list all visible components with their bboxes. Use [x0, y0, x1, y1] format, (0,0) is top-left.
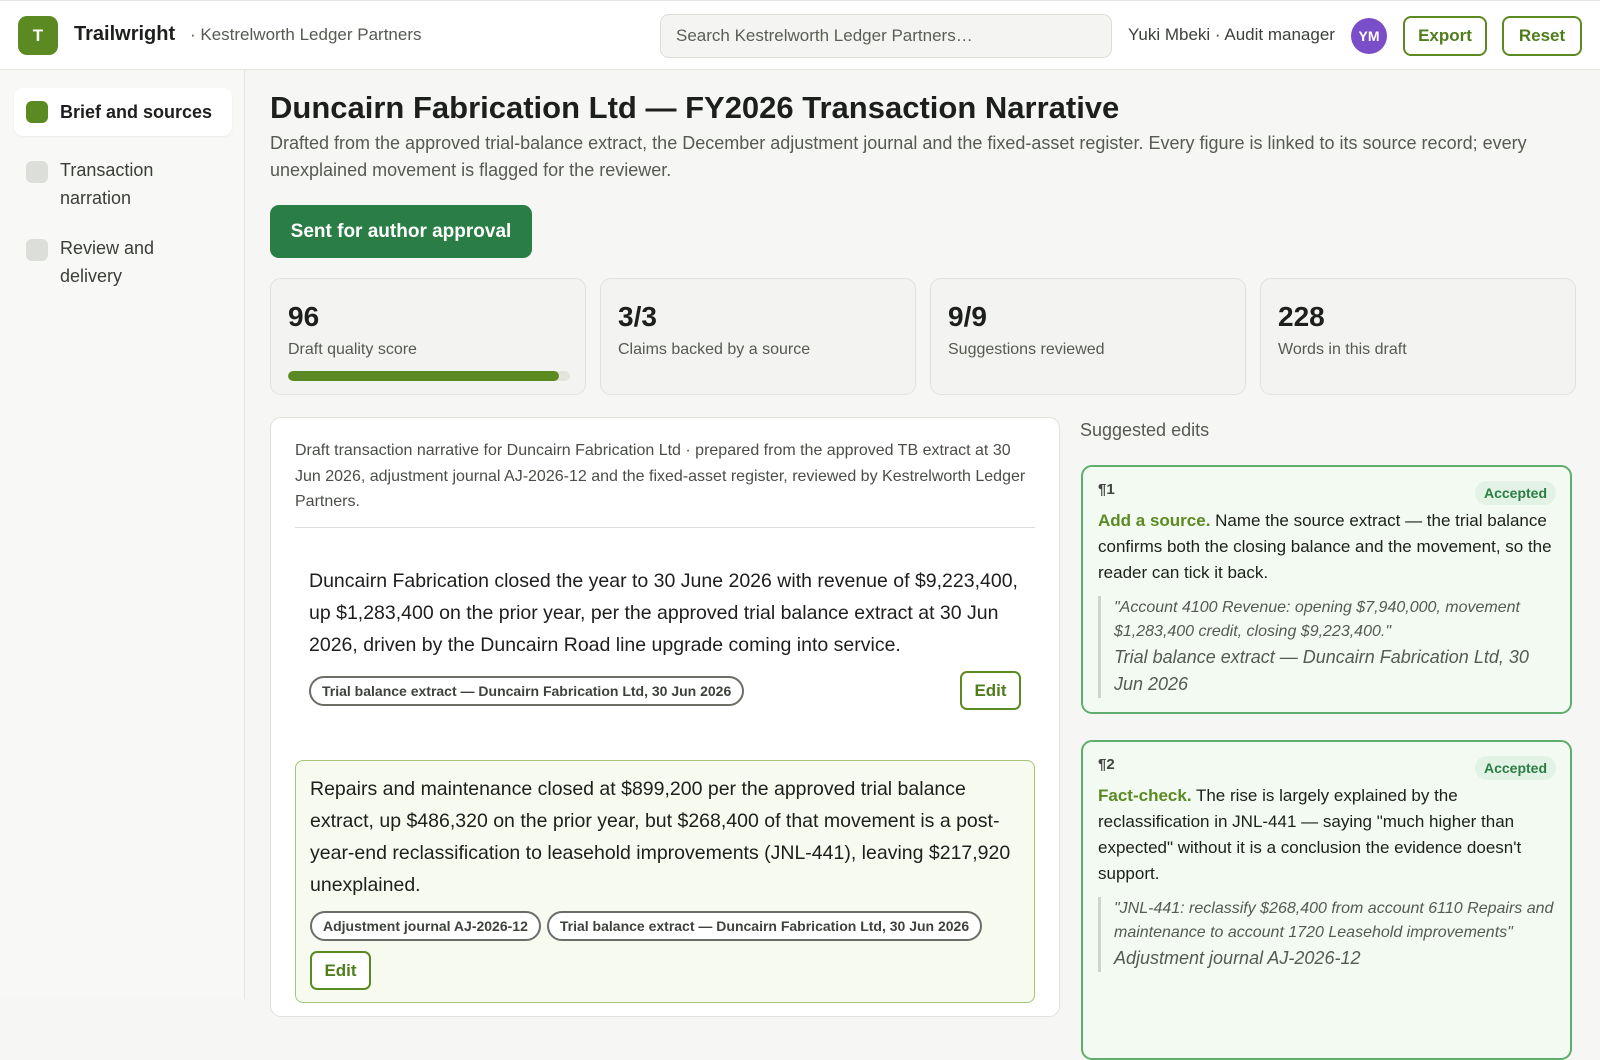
stat-value: 3/3	[618, 301, 657, 332]
quality-progress-fill	[288, 371, 559, 381]
stat-card-words: 228 Words in this draft	[1260, 278, 1576, 395]
sidebar-item-brief[interactable]: Brief and sources	[14, 88, 232, 136]
evidence-quote: "Account 4100 Revenue: opening $7,940,00…	[1098, 596, 1555, 698]
status-badge: Accepted	[1474, 481, 1556, 505]
step-indicator-icon	[26, 239, 48, 261]
quality-progress-bar	[288, 371, 570, 381]
edit-button[interactable]: Edit	[960, 671, 1021, 710]
user-name: Yuki Mbeki · Audit manager	[1128, 25, 1335, 44]
stat-label: Words in this draft	[1278, 341, 1407, 358]
avatar[interactable]: YM	[1351, 18, 1387, 54]
paragraph-text: Repairs and maintenance closed at $899,2…	[310, 778, 1011, 896]
draft-paragraph-2[interactable]: Repairs and maintenance closed at $899,2…	[295, 760, 1035, 1003]
stat-value: 9/9	[948, 301, 987, 332]
draft-paragraph-1[interactable]: Duncairn Fabrication closed the year to …	[295, 553, 1035, 722]
status-badge: Accepted	[1474, 756, 1556, 780]
sidebar-item-label: Transaction narration	[60, 160, 154, 208]
suggestion-body: Fact-check. The rise is largely explaine…	[1098, 783, 1555, 887]
sidebar-item-label: Review and delivery	[60, 238, 155, 286]
source-chip[interactable]: Trial balance extract — Duncairn Fabrica…	[546, 911, 983, 941]
quote-text: "Account 4100 Revenue: opening $7,940,00…	[1114, 599, 1520, 640]
stat-value: 228	[1278, 301, 1325, 332]
page-title: Duncairn Fabrication Ltd — FY2026 Transa…	[270, 90, 1120, 125]
stat-value: 96	[288, 301, 320, 332]
reset-button[interactable]: Reset	[1502, 16, 1582, 56]
draft-meta: Draft transaction narrative for Duncairn…	[295, 438, 1035, 528]
app-logo[interactable]: T	[18, 16, 58, 55]
source-chip[interactable]: Trial balance extract — Duncairn Fabrica…	[309, 675, 745, 706]
source-chip[interactable]: Adjustment journal AJ-2026-12	[310, 911, 541, 941]
org-name: · Kestrelworth Ledger Partners	[190, 25, 422, 44]
draft-document: Draft transaction narrative for Duncairn…	[270, 417, 1060, 1017]
approval-status-button[interactable]: Sent for author approval	[270, 205, 532, 258]
suggestion-kind: Fact-check.	[1098, 786, 1192, 805]
stat-label: Draft quality score	[288, 341, 417, 358]
top-bar: T Trailwright · Kestrelworth Ledger Part…	[0, 0, 1600, 70]
paragraph-text: Duncairn Fabrication closed the year to …	[309, 570, 1018, 656]
page-subtitle: Drafted from the approved trial-balance …	[270, 133, 1527, 180]
sidebar-item-transaction-narration[interactable]: Transaction narration	[14, 146, 232, 222]
sidebar: Brief and sources Transaction narration …	[0, 70, 245, 999]
suggestion-kind: Add a source.	[1098, 511, 1211, 530]
search-placeholder: Search Kestrelworth Ledger Partners…	[676, 26, 973, 45]
stat-card-claims: 3/3 Claims backed by a source	[600, 278, 916, 395]
quote-source: Trial balance extract — Duncairn Fabrica…	[1114, 647, 1529, 694]
suggestion-body: Add a source. Name the source extract — …	[1098, 508, 1555, 586]
sidebar-item-label: Brief and sources	[60, 102, 213, 122]
suggestion-card[interactable]: ¶1 Accepted Add a source. Name the sourc…	[1081, 465, 1572, 714]
stat-card-suggestions: 9/9 Suggestions reviewed	[930, 278, 1246, 395]
stat-label: Suggestions reviewed	[948, 341, 1105, 358]
quote-text: "JNL-441: reclassify $268,400 from accou…	[1114, 900, 1554, 941]
quote-source: Adjustment journal AJ-2026-12	[1114, 948, 1361, 968]
search-input[interactable]: Search Kestrelworth Ledger Partners…	[660, 14, 1112, 58]
suggestions-heading: Suggested edits	[1080, 420, 1210, 440]
app-name: Trailwright	[74, 23, 176, 45]
stat-card-quality: 96 Draft quality score	[270, 278, 586, 395]
sidebar-item-review-delivery[interactable]: Review and delivery	[14, 224, 232, 300]
step-indicator-icon	[26, 101, 48, 123]
stat-label: Claims backed by a source	[618, 341, 811, 358]
step-indicator-icon	[26, 161, 48, 183]
suggestion-card[interactable]: ¶2 Accepted Fact-check. The rise is larg…	[1081, 740, 1572, 1060]
edit-button[interactable]: Edit	[310, 951, 371, 990]
evidence-quote: "JNL-441: reclassify $268,400 from accou…	[1098, 897, 1555, 972]
export-button[interactable]: Export	[1403, 16, 1487, 56]
